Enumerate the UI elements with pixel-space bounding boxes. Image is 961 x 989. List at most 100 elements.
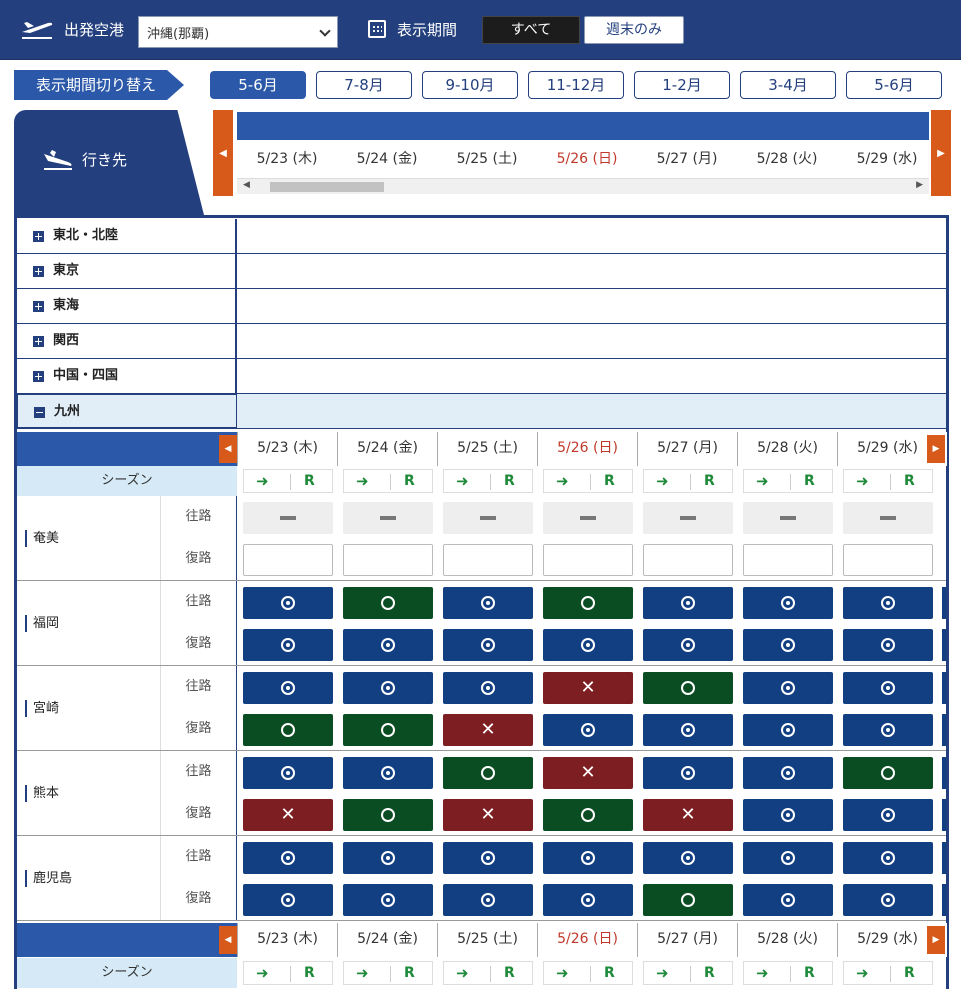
season-cell[interactable]: ➜ R bbox=[843, 961, 933, 985]
fare-cell-o2[interactable] bbox=[343, 884, 433, 916]
month-tab-3[interactable]: 11-12月 bbox=[528, 71, 624, 99]
fare-cell-o1[interactable] bbox=[443, 757, 533, 789]
fare-cell-x[interactable]: ✕ bbox=[543, 672, 633, 704]
fare-cell-o2[interactable] bbox=[743, 842, 833, 874]
fare-cell-o2[interactable] bbox=[843, 629, 933, 661]
scroll-left-arrow-icon[interactable]: ◀ bbox=[243, 180, 250, 190]
subheader-next-button[interactable]: ▶ bbox=[927, 435, 945, 463]
horizontal-scrollbar[interactable]: ◀ ▶ bbox=[237, 178, 929, 194]
subheader-prev-button[interactable]: ◀ bbox=[219, 435, 237, 463]
region-row[interactable]: 東海 bbox=[17, 289, 946, 324]
fare-cell-o1[interactable] bbox=[843, 757, 933, 789]
season-cell[interactable]: ➜ R bbox=[543, 961, 633, 985]
fare-cell-o2[interactable] bbox=[843, 672, 933, 704]
fare-cell-o2[interactable] bbox=[643, 587, 733, 619]
fare-cell-o2[interactable] bbox=[843, 799, 933, 831]
expand-icon[interactable] bbox=[33, 231, 44, 242]
month-tab-2[interactable]: 9-10月 bbox=[422, 71, 518, 99]
season-cell[interactable]: ➜ R bbox=[343, 961, 433, 985]
fare-cell-o2[interactable] bbox=[743, 884, 833, 916]
month-tab-6[interactable]: 5-6月 bbox=[846, 71, 942, 99]
season-cell[interactable]: ➜ R bbox=[443, 469, 533, 493]
subheader-prev-button[interactable]: ◀ bbox=[219, 926, 237, 954]
fare-cell-o2[interactable] bbox=[543, 714, 633, 746]
season-cell[interactable]: ➜ R bbox=[343, 469, 433, 493]
fare-cell-o2[interactable] bbox=[243, 757, 333, 789]
fare-cell-o2[interactable] bbox=[843, 714, 933, 746]
fare-cell-empty[interactable] bbox=[343, 544, 433, 576]
fare-cell-o2[interactable] bbox=[243, 884, 333, 916]
fare-cell-x[interactable]: ✕ bbox=[243, 799, 333, 831]
region-row[interactable]: 九州 bbox=[17, 394, 946, 429]
fare-cell-o1[interactable] bbox=[343, 587, 433, 619]
region-name[interactable]: 東京 bbox=[17, 254, 237, 288]
fare-cell-o2[interactable] bbox=[643, 757, 733, 789]
fare-cell-o2[interactable] bbox=[743, 629, 833, 661]
subheader-next-button[interactable]: ▶ bbox=[927, 926, 945, 954]
fare-cell-x[interactable]: ✕ bbox=[643, 799, 733, 831]
fare-cell-o2[interactable] bbox=[843, 587, 933, 619]
fare-cell-o2[interactable] bbox=[443, 842, 533, 874]
fare-cell-x[interactable]: ✕ bbox=[443, 799, 533, 831]
season-cell[interactable]: ➜ R bbox=[543, 469, 633, 493]
fare-cell-o2[interactable] bbox=[843, 884, 933, 916]
season-cell[interactable]: ➜ R bbox=[743, 469, 833, 493]
fare-cell-o2[interactable] bbox=[443, 884, 533, 916]
region-row[interactable]: 東北・北陸 bbox=[17, 219, 946, 254]
expand-icon[interactable] bbox=[33, 266, 44, 277]
fare-cell-o2[interactable] bbox=[743, 672, 833, 704]
expand-icon[interactable] bbox=[33, 371, 44, 382]
scroll-right-button[interactable]: ▶ bbox=[931, 110, 951, 196]
fare-cell-o2[interactable] bbox=[243, 629, 333, 661]
region-name[interactable]: 九州 bbox=[17, 394, 237, 428]
region-name[interactable]: 東海 bbox=[17, 289, 237, 323]
fare-cell-o2[interactable] bbox=[743, 757, 833, 789]
fare-cell-o2[interactable] bbox=[743, 587, 833, 619]
season-cell[interactable]: ➜ R bbox=[643, 469, 733, 493]
season-cell[interactable]: ➜ R bbox=[243, 961, 333, 985]
fare-cell-o2[interactable] bbox=[343, 672, 433, 704]
season-cell[interactable]: ➜ R bbox=[243, 469, 333, 493]
fare-cell-o2[interactable] bbox=[343, 757, 433, 789]
scroll-left-button[interactable]: ◀ bbox=[213, 110, 233, 196]
season-cell[interactable]: ➜ R bbox=[443, 961, 533, 985]
collapse-icon[interactable] bbox=[34, 407, 45, 418]
month-tab-4[interactable]: 1-2月 bbox=[634, 71, 730, 99]
fare-cell-o2[interactable] bbox=[643, 629, 733, 661]
fare-cell-empty[interactable] bbox=[743, 544, 833, 576]
fare-cell-o1[interactable] bbox=[543, 799, 633, 831]
fare-cell-o2[interactable] bbox=[243, 842, 333, 874]
region-row[interactable]: 東京 bbox=[17, 254, 946, 289]
fare-cell-o2[interactable] bbox=[743, 799, 833, 831]
region-name[interactable]: 東北・北陸 bbox=[17, 219, 237, 253]
fare-cell-o2[interactable] bbox=[543, 629, 633, 661]
season-cell[interactable]: ➜ R bbox=[843, 469, 933, 493]
expand-icon[interactable] bbox=[33, 336, 44, 347]
fare-cell-empty[interactable] bbox=[643, 544, 733, 576]
scroll-right-arrow-icon[interactable]: ▶ bbox=[916, 180, 923, 190]
fare-cell-empty[interactable] bbox=[443, 544, 533, 576]
fare-cell-o2[interactable] bbox=[643, 714, 733, 746]
season-cell[interactable]: ➜ R bbox=[743, 961, 833, 985]
expand-icon[interactable] bbox=[33, 301, 44, 312]
region-row[interactable]: 中国・四国 bbox=[17, 359, 946, 394]
fare-cell-o1[interactable] bbox=[343, 714, 433, 746]
fare-cell-x[interactable]: ✕ bbox=[543, 757, 633, 789]
fare-cell-o2[interactable] bbox=[343, 842, 433, 874]
fare-cell-empty[interactable] bbox=[243, 544, 333, 576]
season-cell[interactable]: ➜ R bbox=[643, 961, 733, 985]
fare-cell-x[interactable]: ✕ bbox=[443, 714, 533, 746]
departure-airport-select[interactable]: 沖縄(那覇) bbox=[138, 16, 338, 48]
period-weekend-button[interactable]: 週末のみ bbox=[584, 16, 684, 44]
fare-cell-o2[interactable] bbox=[243, 587, 333, 619]
fare-cell-o2[interactable] bbox=[443, 587, 533, 619]
scrollbar-thumb[interactable] bbox=[270, 182, 384, 192]
fare-cell-o2[interactable] bbox=[543, 842, 633, 874]
fare-cell-o1[interactable] bbox=[243, 714, 333, 746]
fare-cell-o2[interactable] bbox=[243, 672, 333, 704]
fare-cell-o2[interactable] bbox=[643, 842, 733, 874]
fare-cell-o2[interactable] bbox=[443, 629, 533, 661]
period-all-button[interactable]: すべて bbox=[482, 16, 580, 44]
month-tab-5[interactable]: 3-4月 bbox=[740, 71, 836, 99]
fare-cell-o2[interactable] bbox=[343, 629, 433, 661]
